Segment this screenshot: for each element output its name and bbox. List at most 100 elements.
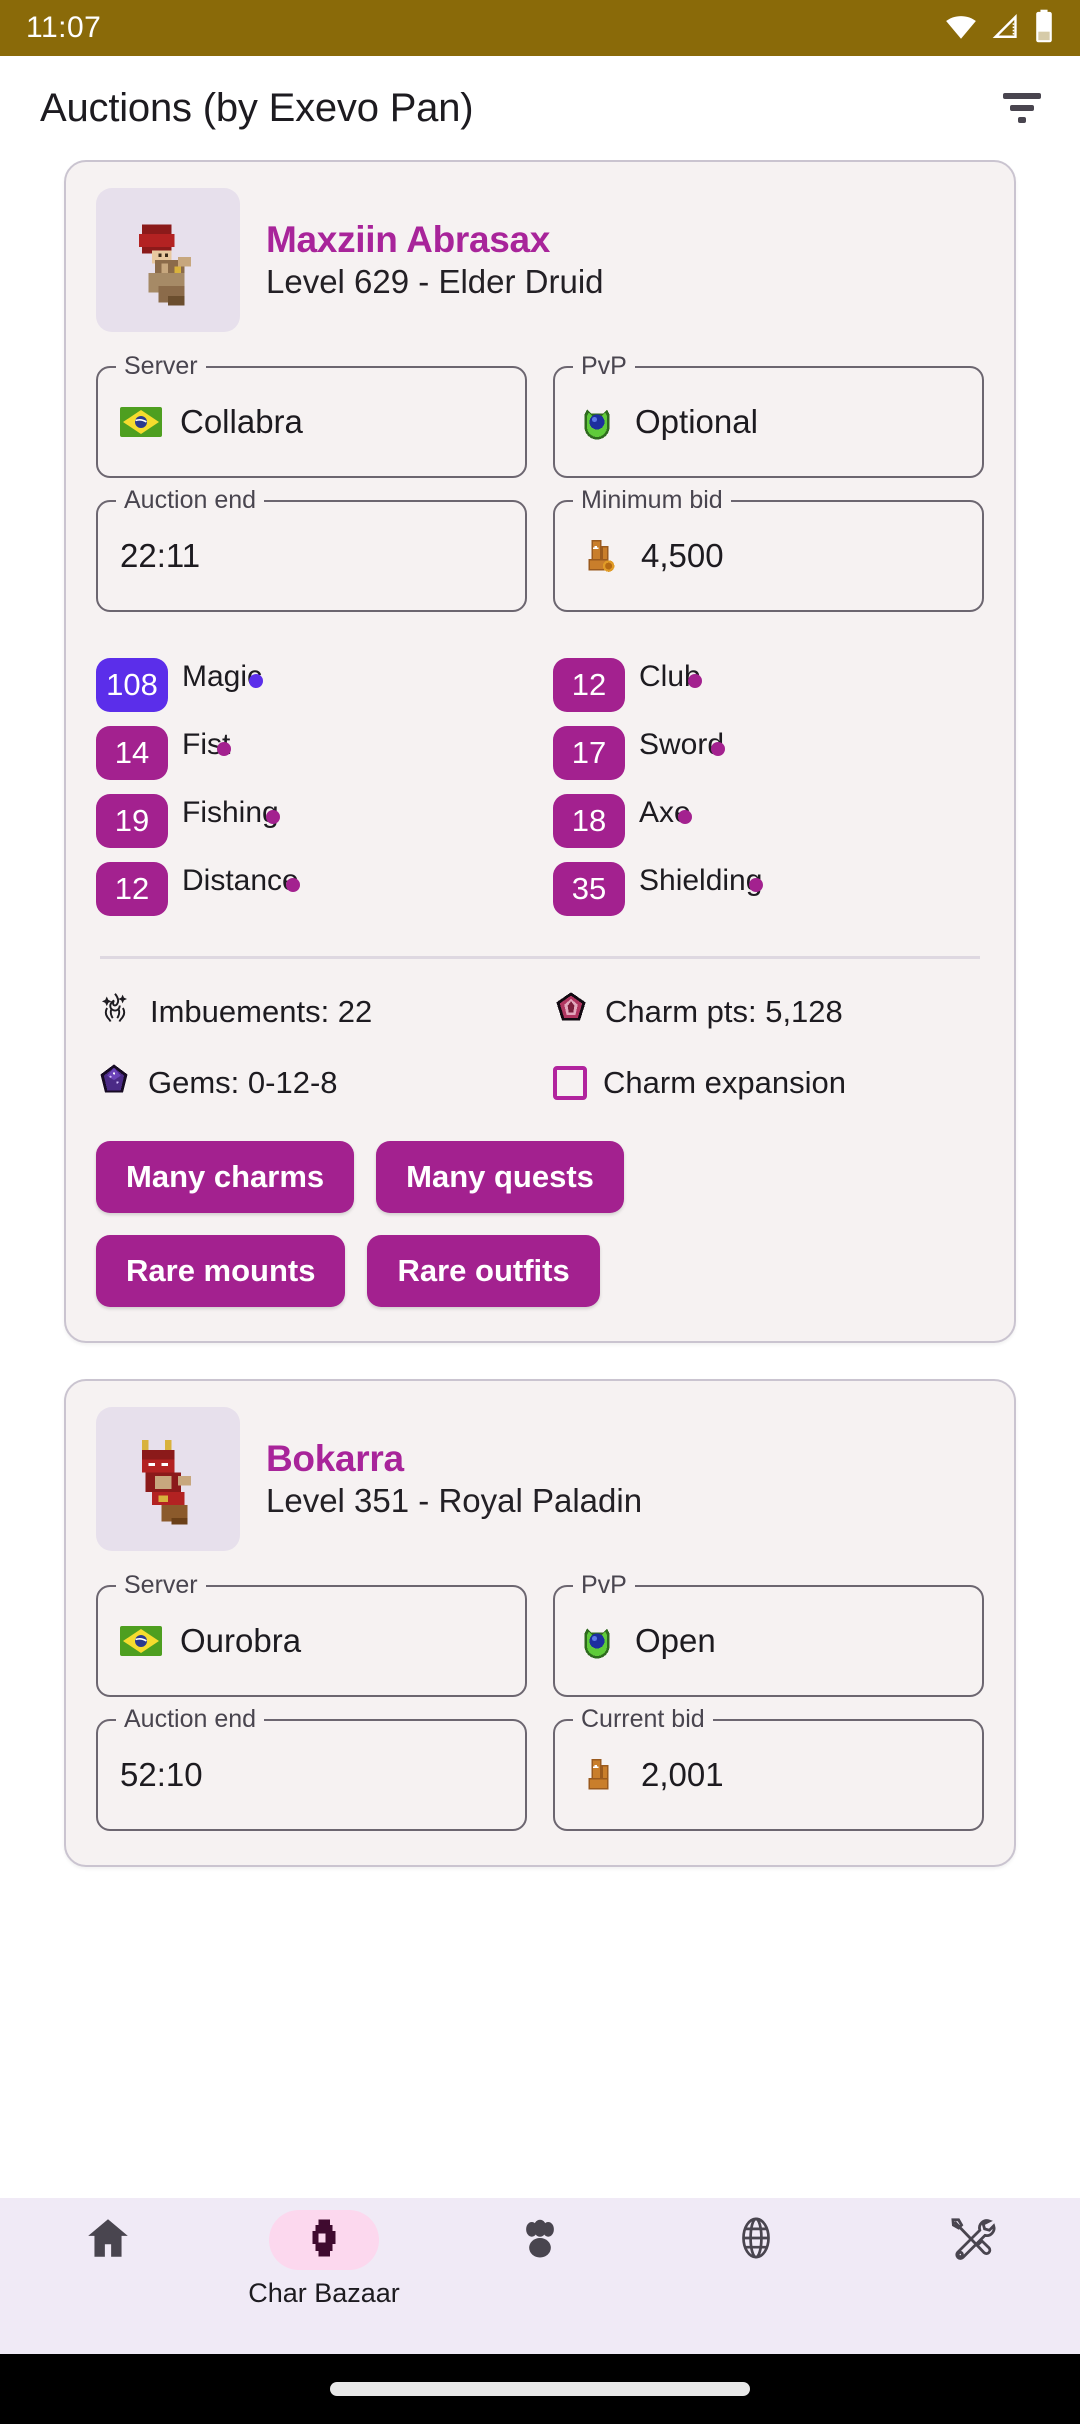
nav-item-people[interactable] bbox=[450, 2210, 630, 2278]
skill-fishing: 19 Fishing bbox=[96, 794, 527, 848]
skill-magic: 108 Magic bbox=[96, 658, 527, 712]
battery-icon bbox=[1034, 9, 1054, 47]
field-auction-end[interactable]: Auction end 22:11 bbox=[96, 486, 527, 612]
bottom-navigation: Char Bazaar bbox=[0, 2198, 1080, 2354]
skill-label: Fishing bbox=[182, 796, 279, 829]
nav-pill bbox=[917, 2210, 1027, 2270]
skill-value-badge: 19 bbox=[96, 794, 168, 848]
tag-rare-mounts[interactable]: Rare mounts bbox=[96, 1235, 346, 1307]
field-server[interactable]: Server Collabra bbox=[96, 352, 527, 478]
brazil-flag-icon bbox=[120, 1626, 162, 1656]
auction-info-grid: Server Collabra PvP Optional Auction end… bbox=[96, 352, 984, 612]
character-outfit-icon bbox=[96, 188, 240, 332]
tag-many-charms[interactable]: Many charms bbox=[96, 1141, 355, 1213]
tibia-coin-icon bbox=[577, 533, 623, 579]
tools-icon bbox=[946, 2212, 998, 2268]
field-current-bid[interactable]: Current bid 2,001 bbox=[553, 1705, 984, 1831]
field-label: Server bbox=[116, 1571, 206, 1599]
character-meta: Bokarra Level 351 - Royal Paladin bbox=[266, 1438, 642, 1520]
field-minimum-bid[interactable]: Minimum bid 4,500 bbox=[553, 486, 984, 612]
nav-item-char-bazaar[interactable]: Char Bazaar bbox=[234, 2210, 414, 2309]
field-label: Minimum bid bbox=[573, 486, 731, 514]
char-bazaar-icon bbox=[301, 2215, 347, 2265]
status-bar-icons bbox=[944, 9, 1054, 47]
home-icon bbox=[83, 2213, 133, 2267]
auction-tags: Many charms Many quests bbox=[96, 1141, 984, 1213]
auction-info-grid: Server Ourobra PvP Open Auction end 52:1… bbox=[96, 1571, 984, 1831]
stat-imbuements: Imbuements: 22 bbox=[96, 989, 527, 1035]
cell-signal-icon bbox=[990, 10, 1022, 46]
nav-item-home[interactable] bbox=[18, 2210, 198, 2278]
auction-list[interactable]: Maxziin Abrasax Level 629 - Elder Druid … bbox=[0, 160, 1080, 2198]
field-value: Open bbox=[635, 1622, 716, 1659]
nav-pill bbox=[701, 2210, 811, 2270]
field-value: 22:11 bbox=[120, 537, 201, 574]
nav-item-globe[interactable] bbox=[666, 2210, 846, 2278]
nav-pill bbox=[53, 2210, 163, 2270]
extra-stats: Imbuements: 22 Charm pts: 5,128 Gems: 0-… bbox=[96, 989, 984, 1105]
skill-club: 12 Club bbox=[553, 658, 984, 712]
field-label: PvP bbox=[573, 352, 635, 380]
skill-distance: 12 Distance bbox=[96, 862, 527, 916]
stat-charm-expansion[interactable]: Charm expansion bbox=[553, 1061, 984, 1105]
tag-many-quests[interactable]: Many quests bbox=[376, 1141, 624, 1213]
skill-value-badge: 14 bbox=[96, 726, 168, 780]
field-auction-end[interactable]: Auction end 52:10 bbox=[96, 1705, 527, 1831]
gesture-navigation-bar[interactable] bbox=[0, 2354, 1080, 2424]
field-value: 2,001 bbox=[641, 1756, 724, 1793]
field-pvp[interactable]: PvP Optional bbox=[553, 352, 984, 478]
brazil-flag-icon bbox=[120, 407, 162, 437]
stat-label: Imbuements: 22 bbox=[150, 994, 373, 1029]
tag-rare-outfits[interactable]: Rare outfits bbox=[367, 1235, 600, 1307]
field-value: 52:10 bbox=[120, 1756, 203, 1793]
wifi-icon bbox=[944, 9, 978, 47]
checkbox-unchecked-icon[interactable] bbox=[553, 1066, 587, 1100]
nav-item-tools[interactable] bbox=[882, 2210, 1062, 2278]
pvp-optional-icon bbox=[577, 402, 617, 442]
stat-gems: Gems: 0-12-8 bbox=[96, 1061, 527, 1105]
filter-icon[interactable] bbox=[1000, 86, 1044, 130]
skill-value-badge: 18 bbox=[553, 794, 625, 848]
field-pvp[interactable]: PvP Open bbox=[553, 1571, 984, 1697]
stat-label: Charm pts: 5,128 bbox=[605, 994, 843, 1029]
field-value: Collabra bbox=[180, 403, 303, 440]
auction-tags-row2: Rare mounts Rare outfits bbox=[96, 1235, 984, 1307]
phone-screen: 11:07 Auctions (by Exevo Pan) Maxziin Ab… bbox=[0, 0, 1080, 2424]
auction-card[interactable]: Maxziin Abrasax Level 629 - Elder Druid … bbox=[64, 160, 1016, 1343]
character-level-vocation: Level 351 - Royal Paladin bbox=[266, 1482, 643, 1519]
people-icon bbox=[514, 2212, 566, 2268]
character-meta: Maxziin Abrasax Level 629 - Elder Druid bbox=[266, 219, 604, 301]
stat-label: Charm expansion bbox=[603, 1065, 846, 1100]
character-level-vocation: Level 629 - Elder Druid bbox=[266, 263, 604, 300]
status-bar: 11:07 bbox=[0, 0, 1080, 56]
skill-label: Distance bbox=[182, 864, 299, 897]
skill-sword: 17 Sword bbox=[553, 726, 984, 780]
field-value: Optional bbox=[635, 403, 758, 440]
skill-fist: 14 Fist bbox=[96, 726, 527, 780]
skill-value-badge: 17 bbox=[553, 726, 625, 780]
gesture-pill[interactable] bbox=[330, 2382, 750, 2396]
field-value: 4,500 bbox=[641, 537, 724, 574]
field-label: Server bbox=[116, 352, 206, 380]
field-server[interactable]: Server Ourobra bbox=[96, 1571, 527, 1697]
nav-pill-active bbox=[269, 2210, 379, 2270]
field-label: Current bid bbox=[573, 1705, 713, 1733]
imbuement-icon bbox=[96, 989, 134, 1035]
gem-icon bbox=[96, 1061, 132, 1105]
character-outfit-icon bbox=[96, 1407, 240, 1551]
nav-label: Char Bazaar bbox=[248, 2278, 400, 2308]
page-title: Auctions (by Exevo Pan) bbox=[40, 85, 474, 130]
character-name: Bokarra bbox=[266, 1438, 404, 1479]
skill-value-badge: 12 bbox=[96, 862, 168, 916]
character-header: Maxziin Abrasax Level 629 - Elder Druid bbox=[96, 188, 984, 332]
stat-charm-points: Charm pts: 5,128 bbox=[553, 989, 984, 1035]
field-label: Auction end bbox=[116, 1705, 265, 1733]
skill-value-badge: 12 bbox=[553, 658, 625, 712]
field-value: Ourobra bbox=[180, 1622, 302, 1659]
auction-card[interactable]: Bokarra Level 351 - Royal Paladin Server… bbox=[64, 1379, 1016, 1867]
charm-icon bbox=[553, 990, 589, 1034]
tibia-coin-icon bbox=[577, 1752, 623, 1798]
character-header: Bokarra Level 351 - Royal Paladin bbox=[96, 1407, 984, 1551]
nav-pill bbox=[485, 2210, 595, 2270]
pvp-open-icon bbox=[577, 1621, 617, 1661]
